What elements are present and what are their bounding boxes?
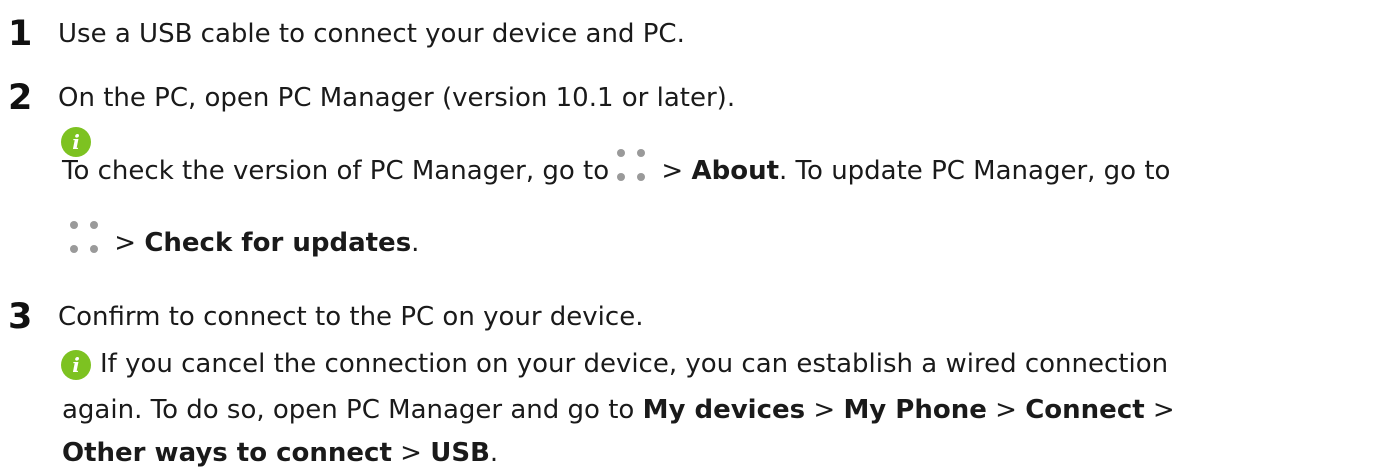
separator: > — [1144, 395, 1175, 425]
menu-path-other-ways: Other ways to connect — [62, 438, 392, 468]
more-options-icon — [66, 221, 102, 253]
note-text: If you cancel the connection on your dev… — [100, 349, 1169, 379]
step-number: 1 — [8, 14, 33, 54]
note-text: To check the version of PC Manager, go t… — [62, 156, 610, 186]
note-line: > Check for updates. — [62, 221, 419, 263]
note-line: To check the version of PC Manager, go t… — [62, 149, 1170, 191]
menu-path-connect: Connect — [1025, 395, 1145, 425]
step-number: 2 — [8, 78, 33, 118]
step-number: 3 — [8, 297, 33, 337]
info-icon: i — [61, 350, 91, 380]
menu-path-my-phone: My Phone — [843, 395, 987, 425]
note-text: again. To do so, open PC Manager and go … — [62, 395, 643, 425]
note-line: again. To do so, open PC Manager and go … — [62, 390, 1175, 430]
separator: > — [805, 395, 844, 425]
separator: > — [391, 438, 431, 468]
more-options-icon — [613, 149, 649, 181]
note-text: . To update PC Manager, go to — [779, 156, 1171, 186]
separator: > — [986, 395, 1026, 425]
note-line: If you cancel the connection on your dev… — [100, 344, 1168, 384]
step-text: On the PC, open PC Manager (version 10.1… — [58, 83, 736, 113]
step-text: Use a USB cable to connect your device a… — [58, 19, 685, 49]
separator: > — [106, 228, 145, 258]
menu-path-my-devices: My devices — [642, 395, 806, 425]
note-line: Other ways to connect > USB. — [62, 438, 499, 468]
separator: > — [653, 156, 692, 186]
menu-path-usb: USB — [430, 438, 490, 468]
menu-path-check-updates: Check for updates — [144, 228, 412, 258]
menu-path-about: About — [691, 156, 780, 186]
step-text: Confirm to connect to the PC on your dev… — [58, 302, 644, 332]
